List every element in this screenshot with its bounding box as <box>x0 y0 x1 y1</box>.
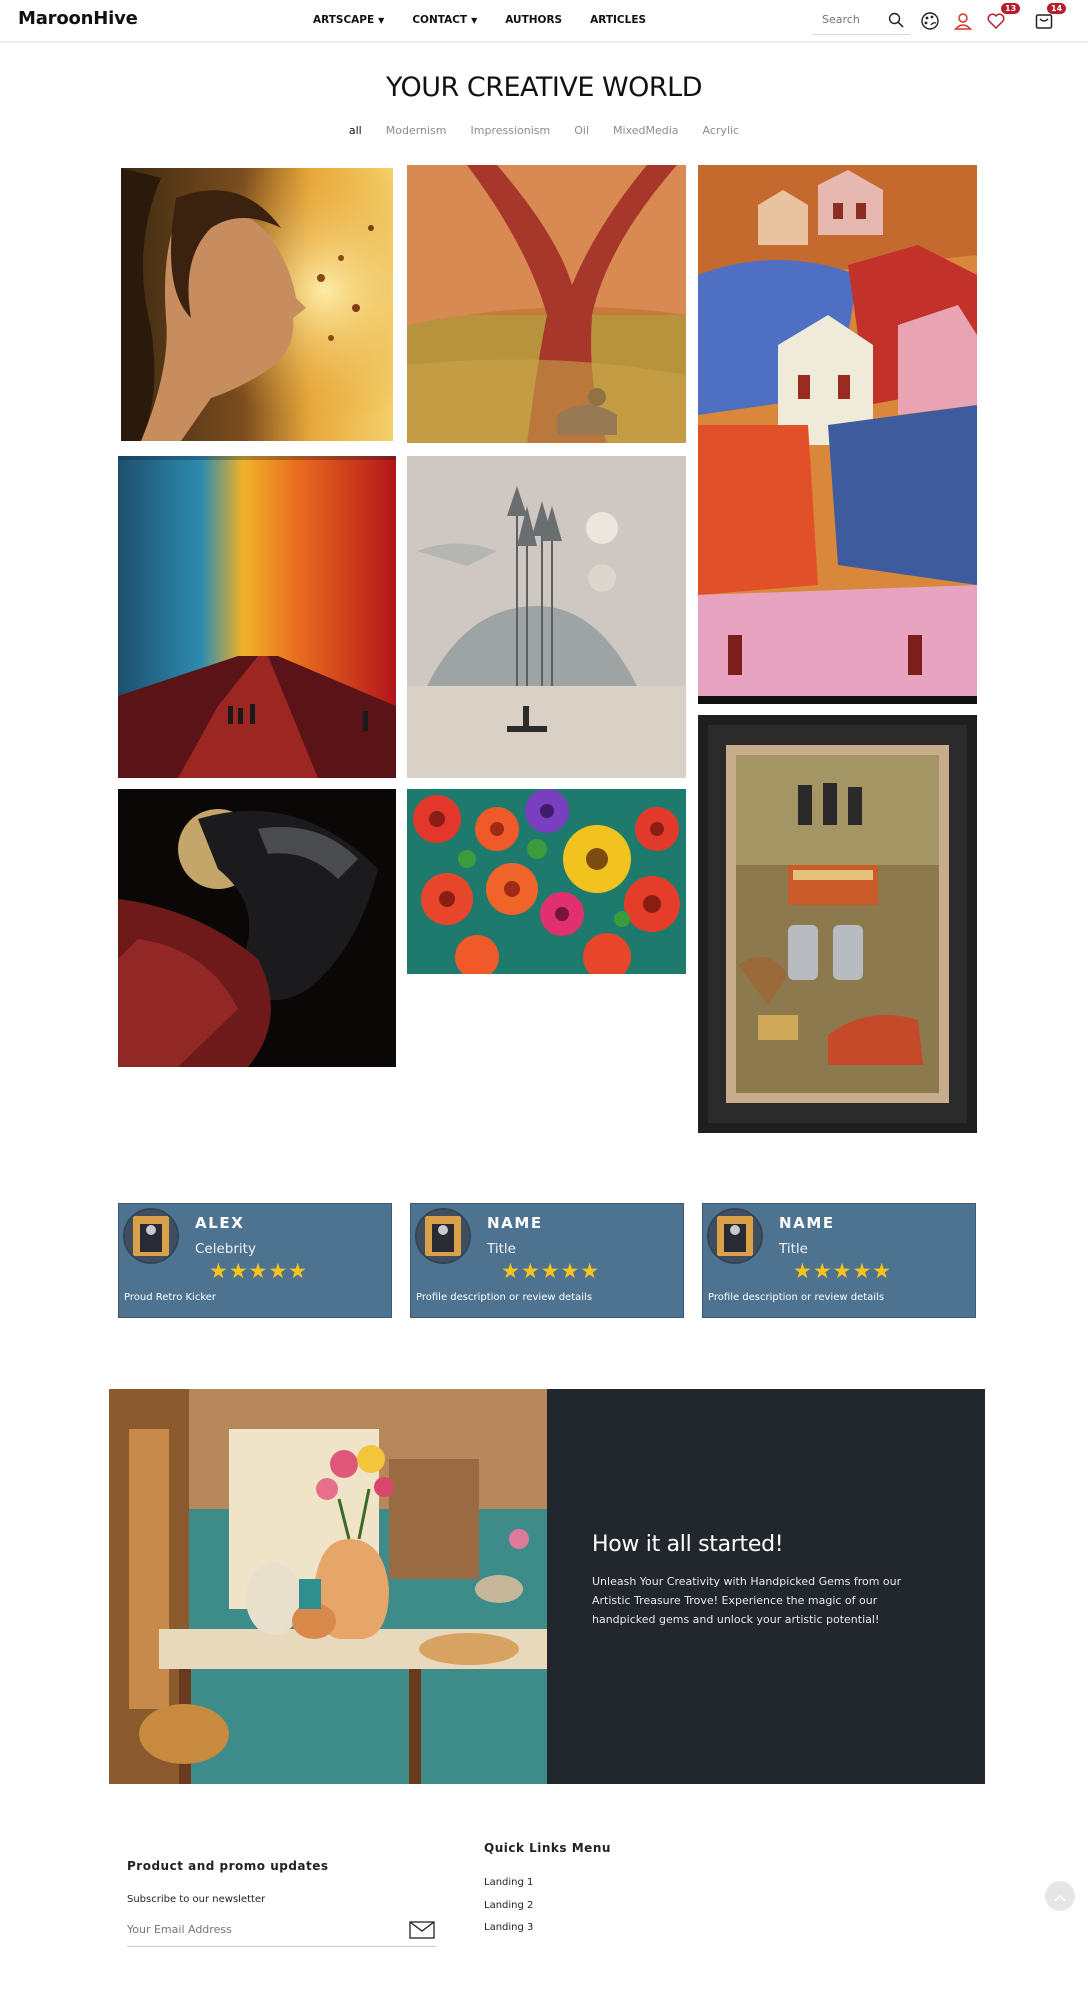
reviewer-role: Title <box>779 1241 808 1257</box>
reviewer-name: NAME <box>487 1214 543 1232</box>
email-field[interactable] <box>127 1923 387 1936</box>
review-description: Profile description or review details <box>708 1292 885 1303</box>
site-header: MaroonHive ARTSCAPE ▼ CONTACT ▼ AUTHORS … <box>0 0 1088 42</box>
filter-modernism[interactable]: Modernism <box>386 124 447 137</box>
artwork-framed-toys[interactable] <box>698 715 977 1133</box>
search-icon[interactable] <box>888 12 904 32</box>
nav-authors[interactable]: AUTHORS <box>505 14 562 26</box>
filter-impressionism[interactable]: Impressionism <box>471 124 551 137</box>
nav-artscape-label: ARTSCAPE <box>313 14 375 26</box>
newsletter-subtitle: Subscribe to our newsletter <box>127 1894 266 1905</box>
artwork-flower-field[interactable] <box>407 789 686 974</box>
chevron-down-icon: ▼ <box>471 15 478 25</box>
reviewer-role: Title <box>487 1241 516 1257</box>
review-description: Proud Retro Kicker <box>124 1292 217 1303</box>
reviewer-name: NAME <box>779 1214 835 1232</box>
star-rating: ★★★★★ <box>209 1259 309 1283</box>
category-filters: all Modernism Impressionism Oil MixedMed… <box>0 124 1088 137</box>
envelope-icon[interactable] <box>409 1921 435 1943</box>
newsletter-form <box>127 1915 437 1947</box>
star-rating: ★★★★★ <box>793 1259 893 1283</box>
star-rating: ★★★★★ <box>501 1259 601 1283</box>
wishlist-count-badge: 13 <box>1001 3 1021 14</box>
review-description: Profile description or review details <box>416 1292 593 1303</box>
scroll-to-top-button[interactable] <box>1045 1881 1075 1911</box>
nav-contact-label: CONTACT <box>412 14 468 26</box>
quick-links-heading: Quick Links Menu <box>484 1841 611 1855</box>
newsletter-heading: Product and promo updates <box>127 1859 329 1873</box>
artwork-dark-winged-figure[interactable] <box>118 789 396 1067</box>
nav-articles-label: ARTICLES <box>590 14 647 26</box>
search-input[interactable] <box>822 13 892 26</box>
nav-artscape[interactable]: ARTSCAPE ▼ <box>313 14 384 26</box>
quick-link-landing-2[interactable]: Landing 2 <box>484 1900 533 1911</box>
avatar <box>123 1208 179 1264</box>
avatar <box>707 1208 763 1264</box>
filter-oil[interactable]: Oil <box>574 124 589 137</box>
artwork-misty-lake[interactable] <box>407 456 686 778</box>
nav-contact[interactable]: CONTACT ▼ <box>412 14 477 26</box>
artwork-red-tree[interactable] <box>407 165 686 443</box>
avatar <box>415 1208 471 1264</box>
reviewer-role: Celebrity <box>195 1241 256 1257</box>
nav-authors-label: AUTHORS <box>505 14 563 26</box>
cart-count-badge: 14 <box>1047 3 1067 14</box>
chevron-up-icon <box>1054 1887 1066 1906</box>
artwork-colorful-houses[interactable] <box>698 165 977 704</box>
filter-mixedmedia[interactable]: MixedMedia <box>613 124 679 137</box>
filter-all[interactable]: all <box>349 124 362 137</box>
story-title: How it all started! <box>592 1532 784 1557</box>
story-text: Unleash Your Creativity with Handpicked … <box>592 1575 902 1626</box>
search-box <box>812 8 910 35</box>
user-icon[interactable] <box>950 8 976 34</box>
quick-link-landing-3[interactable]: Landing 3 <box>484 1922 533 1933</box>
main-nav: ARTSCAPE ▼ CONTACT ▼ AUTHORS ARTICLES <box>313 14 674 26</box>
review-card: NAME Title ★★★★★ Profile description or … <box>410 1203 684 1318</box>
review-card: ALEX Celebrity ★★★★★ Proud Retro Kicker <box>118 1203 392 1318</box>
nav-articles[interactable]: ARTICLES <box>590 14 646 26</box>
palette-icon[interactable] <box>917 8 943 34</box>
artwork-colorful-alley[interactable] <box>118 456 396 778</box>
review-card: NAME Title ★★★★★ Profile description or … <box>702 1203 976 1318</box>
filter-acrylic[interactable]: Acrylic <box>703 124 740 137</box>
site-logo[interactable]: MaroonHive <box>18 8 138 29</box>
quick-link-landing-1[interactable]: Landing 1 <box>484 1877 533 1888</box>
story-section: How it all started! Unleash Your Creativ… <box>109 1389 985 1784</box>
artwork-woman-petals[interactable] <box>121 168 393 441</box>
reviewer-name: ALEX <box>195 1214 245 1232</box>
studio-still-life-image <box>109 1389 547 1784</box>
chevron-down-icon: ▼ <box>378 15 385 25</box>
page-title: YOUR CREATIVE WORLD <box>385 72 703 103</box>
